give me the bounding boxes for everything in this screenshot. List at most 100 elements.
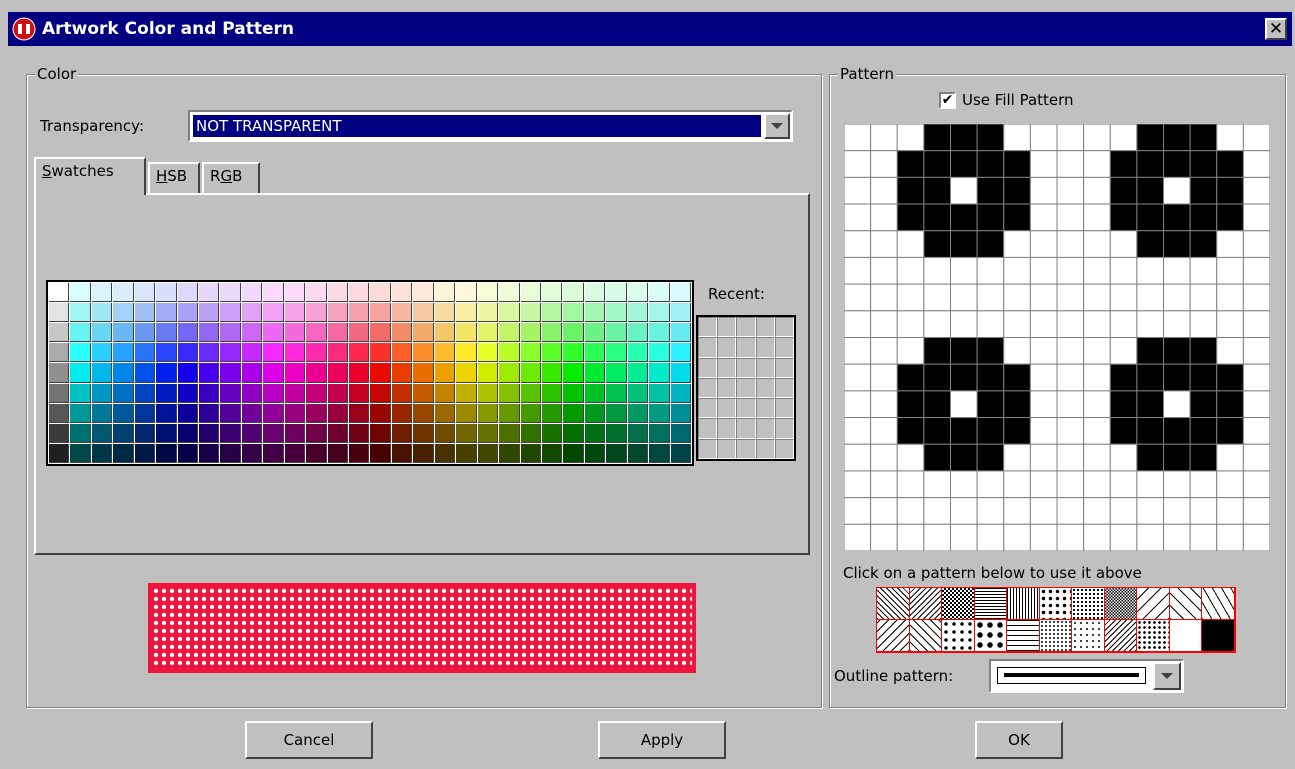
pattern-cell[interactable] xyxy=(1109,443,1138,472)
pattern-cell[interactable] xyxy=(1189,470,1218,499)
swatch[interactable] xyxy=(156,423,177,443)
pattern-cell[interactable] xyxy=(1003,283,1031,312)
swatch[interactable] xyxy=(606,363,627,383)
swatch[interactable] xyxy=(434,283,456,303)
recent-swatch[interactable] xyxy=(717,357,737,378)
swatch[interactable] xyxy=(113,423,134,443)
swatch[interactable] xyxy=(627,323,649,343)
pattern-cell[interactable] xyxy=(976,523,1005,551)
pattern-cell[interactable] xyxy=(1189,523,1218,551)
pattern-cell[interactable] xyxy=(896,523,925,551)
pattern-cell[interactable] xyxy=(1163,523,1191,551)
swatch[interactable] xyxy=(241,383,263,403)
pattern-cell[interactable] xyxy=(844,256,872,285)
recent-swatch[interactable] xyxy=(698,377,718,399)
swatch[interactable] xyxy=(670,383,691,403)
pattern-cell[interactable] xyxy=(1163,497,1191,525)
recent-swatch[interactable] xyxy=(717,377,737,399)
recent-swatch[interactable] xyxy=(717,337,737,358)
transparency-dropdown-button[interactable] xyxy=(764,113,790,139)
pattern-cell[interactable] xyxy=(870,417,898,445)
pattern-cell[interactable] xyxy=(923,443,951,472)
swatch[interactable] xyxy=(284,403,306,423)
swatch[interactable] xyxy=(520,323,541,343)
recent-swatch[interactable] xyxy=(774,377,794,399)
swatch[interactable] xyxy=(670,323,691,343)
swatch[interactable] xyxy=(649,443,670,463)
pattern-cell[interactable] xyxy=(923,337,951,365)
swatch[interactable] xyxy=(434,403,456,423)
pattern-cell[interactable] xyxy=(950,417,978,445)
swatch[interactable] xyxy=(70,303,91,323)
pattern-cell[interactable] xyxy=(1056,310,1085,338)
pattern-cell[interactable] xyxy=(1056,523,1085,551)
transparency-select[interactable]: NOT TRANSPARENT xyxy=(188,110,793,142)
recent-swatch[interactable] xyxy=(755,317,775,338)
swatch[interactable] xyxy=(627,363,649,383)
pattern-cell[interactable] xyxy=(1056,283,1085,312)
pattern-cell[interactable] xyxy=(1216,443,1244,472)
swatch[interactable] xyxy=(91,343,113,363)
recent-swatch[interactable] xyxy=(717,317,737,338)
swatch[interactable] xyxy=(134,283,156,303)
swatch[interactable] xyxy=(199,343,220,363)
swatch[interactable] xyxy=(541,303,563,323)
swatch[interactable] xyxy=(70,323,91,343)
pattern-cell[interactable] xyxy=(896,230,925,258)
pattern-cell[interactable] xyxy=(1003,523,1031,551)
pattern-cell[interactable] xyxy=(1216,283,1244,312)
pattern-cell[interactable] xyxy=(976,230,1005,258)
pattern-swatch[interactable] xyxy=(1137,620,1170,652)
swatch[interactable] xyxy=(306,363,327,383)
pattern-cell[interactable] xyxy=(1109,150,1138,178)
pattern-cell[interactable] xyxy=(1029,150,1058,178)
swatch[interactable] xyxy=(520,423,541,443)
swatch[interactable] xyxy=(91,403,113,423)
recent-swatch[interactable] xyxy=(774,357,794,378)
swatch[interactable] xyxy=(241,423,263,443)
pattern-cell[interactable] xyxy=(1163,124,1191,152)
pattern-cell[interactable] xyxy=(844,390,872,419)
swatch[interactable] xyxy=(456,443,477,463)
swatch[interactable] xyxy=(220,323,241,343)
pattern-cell[interactable] xyxy=(1136,176,1164,205)
swatch[interactable] xyxy=(327,303,349,323)
swatch[interactable] xyxy=(156,363,177,383)
pattern-cell[interactable] xyxy=(950,390,978,419)
swatch-palette[interactable] xyxy=(46,280,694,466)
pattern-cell[interactable] xyxy=(1109,497,1138,525)
swatch[interactable] xyxy=(49,403,70,423)
pattern-cell[interactable] xyxy=(1163,230,1191,258)
pattern-cell[interactable] xyxy=(1216,176,1244,205)
recent-swatch[interactable] xyxy=(736,398,756,419)
pattern-cell[interactable] xyxy=(1029,256,1058,285)
swatch[interactable] xyxy=(541,283,563,303)
pattern-cell[interactable] xyxy=(1029,417,1058,445)
pattern-cell[interactable] xyxy=(976,363,1005,392)
pattern-cell[interactable] xyxy=(1029,470,1058,499)
swatch[interactable] xyxy=(134,403,156,423)
checkbox-box[interactable]: ✔ xyxy=(939,91,956,109)
pattern-cell[interactable] xyxy=(976,497,1005,525)
pattern-cell[interactable] xyxy=(1056,443,1085,472)
swatch[interactable] xyxy=(70,343,91,363)
swatch[interactable] xyxy=(627,423,649,443)
swatch[interactable] xyxy=(627,443,649,463)
swatch[interactable] xyxy=(391,423,413,443)
pattern-cell[interactable] xyxy=(896,390,925,419)
recent-swatch[interactable] xyxy=(755,377,775,399)
swatch[interactable] xyxy=(413,343,434,363)
pattern-cell[interactable] xyxy=(1136,283,1164,312)
pattern-cell[interactable] xyxy=(870,470,898,499)
swatch[interactable] xyxy=(220,283,241,303)
swatch[interactable] xyxy=(541,443,563,463)
pattern-cell[interactable] xyxy=(1163,337,1191,365)
pattern-cell[interactable] xyxy=(1109,256,1138,285)
pattern-swatch[interactable] xyxy=(1202,588,1235,620)
swatch[interactable] xyxy=(113,403,134,423)
swatch[interactable] xyxy=(70,403,91,423)
swatch[interactable] xyxy=(91,423,113,443)
pattern-cell[interactable] xyxy=(1109,470,1138,499)
swatch[interactable] xyxy=(584,323,606,343)
pattern-cell[interactable] xyxy=(950,230,978,258)
